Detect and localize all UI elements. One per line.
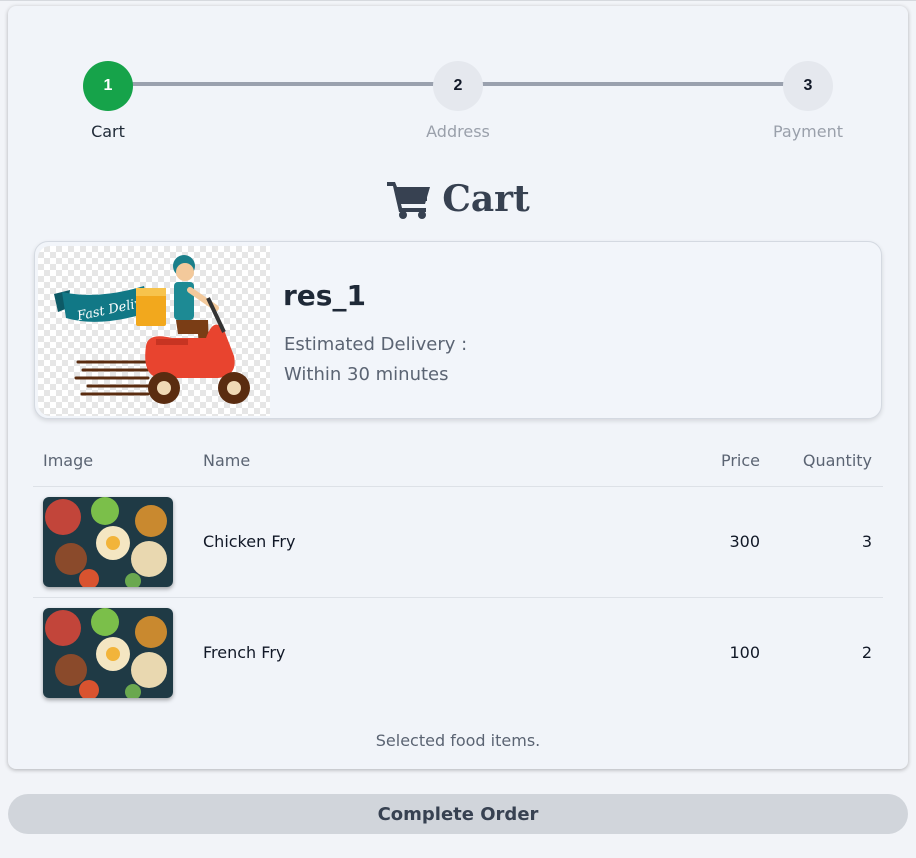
table-caption: Selected food items.: [375, 731, 541, 750]
estimated-delivery: Estimated Delivery : Within 30 minutes: [284, 330, 467, 390]
step-connector-2-3: [481, 82, 785, 86]
delivery-scooter-illustration: Fast Delivery: [54, 255, 250, 404]
column-header-price: Price: [720, 451, 760, 470]
item-price: 100: [729, 643, 760, 662]
item-name: French Fry: [203, 643, 286, 662]
item-quantity: 3: [861, 532, 872, 551]
food-image: [43, 497, 173, 587]
step-1-label: Cart: [91, 122, 125, 141]
complete-order-button[interactable]: Complete Order: [8, 794, 908, 834]
step-2-label: Address: [426, 122, 490, 141]
delivery-label: Estimated Delivery :: [284, 334, 468, 355]
step-1-circle[interactable]: 1: [83, 61, 133, 111]
restaurant-name: res_1: [283, 279, 366, 312]
cart-title: Cart: [442, 178, 530, 220]
step-3-circle[interactable]: 3: [783, 61, 833, 111]
top-border: [0, 0, 916, 1]
item-quantity: 2: [861, 643, 872, 662]
page-title: Cart: [0, 178, 916, 220]
item-price: 300: [729, 532, 760, 551]
fast-delivery-image: Fast Delivery: [38, 246, 270, 416]
step-connector-1-2: [131, 82, 435, 86]
column-header-quantity: Quantity: [802, 451, 872, 470]
column-header-image: Image: [43, 451, 94, 470]
shopping-cart-icon: [387, 182, 431, 219]
step-2-circle[interactable]: 2: [433, 61, 483, 111]
row-divider: [33, 486, 883, 487]
column-header-name: Name: [203, 451, 251, 470]
row-divider: [33, 597, 883, 598]
step-3-label: Payment: [772, 122, 844, 141]
food-image: [43, 608, 173, 698]
item-name: Chicken Fry: [203, 532, 296, 551]
delivery-time: Within 30 minutes: [284, 364, 449, 385]
